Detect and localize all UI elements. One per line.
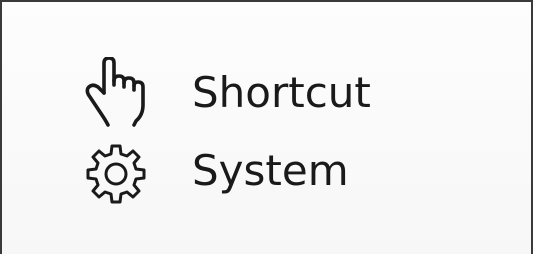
context-menu-panel: Shortcut System (0, 0, 533, 254)
menu-item-label: Shortcut (192, 68, 371, 117)
menu-item-system[interactable]: System (2, 138, 531, 208)
gear-icon (80, 138, 152, 208)
hand-pointer-icon (80, 57, 152, 127)
menu-item-label: System (192, 146, 349, 195)
menu-item-shortcut[interactable]: Shortcut (2, 57, 531, 127)
